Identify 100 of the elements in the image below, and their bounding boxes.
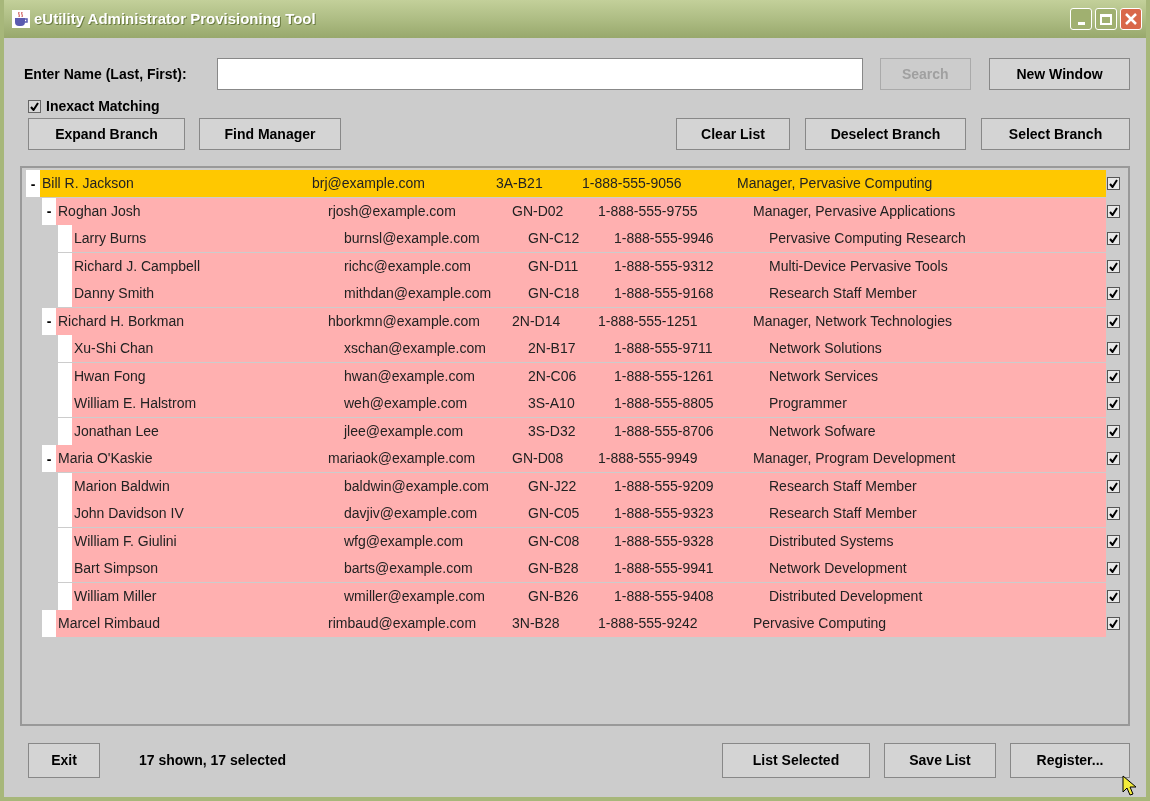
name-label: Enter Name (Last, First): bbox=[23, 64, 188, 84]
row-checkbox[interactable] bbox=[1107, 287, 1120, 301]
tree-cell-text: Marcel Rimbaud bbox=[57, 614, 161, 634]
tree-row[interactable]: William F. Giulini wfg@example.com GN-C08 1-888-555-9328 Distributed Systems bbox=[72, 527, 1106, 555]
action-button[interactable]: List Selected bbox=[722, 743, 870, 778]
tree-cell-text: 1-888-555-9168 bbox=[613, 284, 715, 304]
row-checkbox[interactable] bbox=[1107, 177, 1120, 191]
row-checkbox[interactable] bbox=[1107, 204, 1120, 218]
row-checkbox[interactable] bbox=[1107, 507, 1120, 521]
tree-cell-text: GN-J22 bbox=[527, 476, 578, 496]
tree-cell-text: Network Sofware bbox=[768, 421, 877, 441]
tree-row[interactable]: Danny Smith mithdan@example.com GN-C18 1-888-555-9168 Research Staff Member bbox=[72, 280, 1106, 308]
tree-row[interactable]: Jonathan Lee jlee@example.com 3S-D32 1-888-555-8706 Network Sofware bbox=[72, 417, 1106, 445]
tree-cell-text: 2N-B17 bbox=[527, 339, 577, 359]
selected-row[interactable]: Bill R. Jackson brj@example.com 3A-B21 1-888-555-9056 Manager, Pervasive Computing bbox=[40, 170, 1106, 198]
row-checkbox[interactable] bbox=[1107, 562, 1120, 576]
tree-cell-text: Pervasive Computing bbox=[752, 614, 888, 634]
collapse-toggle[interactable]: - bbox=[42, 445, 56, 473]
row-checkbox[interactable] bbox=[1107, 259, 1120, 273]
status-text: 17 shown, 17 selected bbox=[139, 751, 287, 770]
leaf-marker bbox=[58, 252, 72, 280]
tree-row[interactable]: William Miller wmiller@example.com GN-B26 1-888-555-9408 Distributed Development bbox=[72, 582, 1106, 610]
collapse-toggle[interactable]: - bbox=[42, 197, 56, 225]
row-checkbox[interactable] bbox=[1107, 452, 1120, 466]
action-button[interactable]: Clear List bbox=[676, 118, 790, 150]
tree-row[interactable]: John Davidson IV davjiv@example.com GN-C05 1-888-555-9323 Research Staff Member bbox=[72, 500, 1106, 528]
row-checkbox[interactable] bbox=[1107, 369, 1120, 383]
tree-cell-text: 2N-C06 bbox=[527, 366, 578, 386]
tree-row[interactable]: Richard J. Campbell richc@example.com GN-D11 1-888-555-9312 Multi-Device Pervasive Tools bbox=[72, 252, 1106, 280]
tree-cell-text: davjiv@example.com bbox=[343, 504, 479, 524]
row-checkbox[interactable] bbox=[1107, 314, 1120, 328]
tree-cell-text: GN-C05 bbox=[527, 504, 581, 524]
tree-row[interactable]: Marion Baldwin baldwin@example.com GN-J22 1-888-555-9209 Research Staff Member bbox=[72, 472, 1106, 500]
tree-cell-text: Manager, Pervasive Computing bbox=[736, 174, 934, 194]
tree-cell-text: richc@example.com bbox=[343, 256, 473, 276]
tree-cell-text: John Davidson IV bbox=[73, 504, 185, 524]
tree-cell-text: rimbaud@example.com bbox=[327, 614, 478, 634]
name-input-field[interactable] bbox=[217, 58, 863, 90]
exit-button[interactable]: Exit bbox=[28, 743, 100, 778]
tree-cell-text: 1-888-555-9946 bbox=[613, 229, 715, 249]
leaf-marker bbox=[58, 335, 72, 363]
tree-cell-text: GN-D08 bbox=[511, 449, 565, 469]
row-checkbox[interactable] bbox=[1107, 589, 1120, 603]
tree-cell-text: Manager, Network Technologies bbox=[752, 311, 953, 331]
checkbox[interactable] bbox=[28, 99, 41, 113]
tree-cell-text: William Miller bbox=[73, 586, 158, 606]
tree-cell-text: GN-C18 bbox=[527, 284, 581, 304]
tree-row[interactable]: Maria O'Kaskie mariaok@example.com GN-D08 1-888-555-9949 Manager, Program Development bbox=[56, 445, 1106, 473]
tree-cell-text: GN-D02 bbox=[511, 201, 565, 221]
tree-cell-text: xschan@example.com bbox=[343, 339, 487, 359]
tree-cell-text: 1-888-555-1251 bbox=[597, 311, 699, 331]
action-button[interactable]: Deselect Branch bbox=[805, 118, 966, 150]
action-button[interactable]: Find Manager bbox=[199, 118, 341, 150]
tree-cell-text: 1-888-555-9328 bbox=[613, 531, 715, 551]
tree-cell-text: hwan@example.com bbox=[343, 366, 476, 386]
leaf-marker bbox=[58, 500, 72, 528]
tree-cell-text: Larry Burns bbox=[73, 229, 148, 249]
tree-cell-text: 1-888-555-9056 bbox=[581, 174, 683, 194]
leaf-marker bbox=[58, 527, 72, 555]
action-button[interactable]: Expand Branch bbox=[28, 118, 185, 150]
tree-cell-text: Programmer bbox=[768, 394, 848, 414]
leaf-marker bbox=[58, 472, 72, 500]
row-checkbox[interactable] bbox=[1107, 479, 1120, 493]
collapse-toggle[interactable]: - bbox=[26, 170, 40, 198]
tree-row[interactable]: Marcel Rimbaud rimbaud@example.com 3N-B28 1-888-555-9242 Pervasive Computing bbox=[56, 610, 1106, 638]
row-checkbox[interactable] bbox=[1107, 424, 1120, 438]
tree-row[interactable]: Bart Simpson barts@example.com GN-B28 1-888-555-9941 Network Development bbox=[72, 555, 1106, 583]
tree-row[interactable]: William E. Halstrom weh@example.com 3S-A10 1-888-555-8805 Programmer bbox=[72, 390, 1106, 418]
tree-cell-text: 1-888-555-8706 bbox=[613, 421, 715, 441]
tree-row[interactable]: Richard H. Borkman hborkmn@example.com 2N-D14 1-888-555-1251 Manager, Network Technologies bbox=[56, 307, 1106, 335]
tree-cell-text: GN-B26 bbox=[527, 586, 580, 606]
close-button[interactable] bbox=[1120, 8, 1142, 30]
tree-cell-text: 3S-A10 bbox=[527, 394, 576, 414]
row-checkbox[interactable] bbox=[1107, 232, 1120, 246]
action-button[interactable]: Select Branch bbox=[981, 118, 1130, 150]
row-checkbox[interactable] bbox=[1107, 342, 1120, 356]
row-checkbox[interactable] bbox=[1107, 534, 1120, 548]
row-checkbox[interactable] bbox=[1107, 617, 1120, 631]
tree-cell-text: 1-888-555-9408 bbox=[613, 586, 715, 606]
collapse-toggle[interactable]: - bbox=[42, 307, 56, 335]
tree-cell-text: Research Staff Member bbox=[768, 504, 918, 524]
tree-cell-text: Pervasive Computing Research bbox=[768, 229, 967, 249]
tree-cell-text: mariaok@example.com bbox=[327, 449, 477, 469]
tree-row[interactable]: Xu-Shi Chan xschan@example.com 2N-B17 1-888-555-9711 Network Solutions bbox=[72, 335, 1106, 363]
tree-row[interactable]: Roghan Josh rjosh@example.com GN-D02 1-888-555-9755 Manager, Pervasive Applications bbox=[56, 197, 1106, 225]
tree-row[interactable]: Hwan Fong hwan@example.com 2N-C06 1-888-555-1261 Network Services bbox=[72, 362, 1106, 390]
new-window-button[interactable]: New Window bbox=[988, 58, 1130, 90]
row-checkbox[interactable] bbox=[1107, 397, 1120, 411]
tree-cell-text: 1-888-555-1261 bbox=[613, 366, 715, 386]
leaf-marker bbox=[58, 225, 72, 253]
tree-cell-text: Richard H. Borkman bbox=[57, 311, 186, 331]
tree-cell-text: GN-B28 bbox=[527, 559, 580, 579]
tree-row[interactable]: Larry Burns burnsl@example.com GN-C12 1-888-555-9946 Pervasive Computing Research bbox=[72, 225, 1106, 253]
tree-cell-text: 1-888-555-9242 bbox=[597, 614, 699, 634]
tree-cell-text: weh@example.com bbox=[343, 394, 469, 414]
action-button[interactable]: Save List bbox=[884, 743, 996, 778]
tree-cell-text: baldwin@example.com bbox=[343, 476, 490, 496]
tree-cell-text: Marion Baldwin bbox=[73, 476, 171, 496]
action-button[interactable]: Register... bbox=[1010, 743, 1130, 778]
tree-cell-text: Research Staff Member bbox=[768, 284, 918, 304]
